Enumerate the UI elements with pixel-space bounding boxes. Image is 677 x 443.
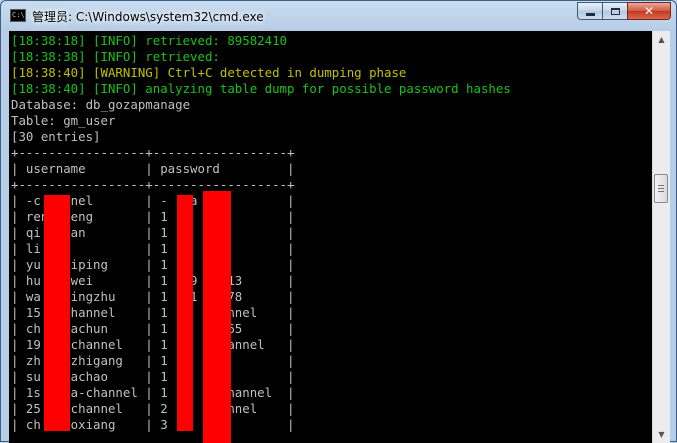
scrollbar-thumb[interactable] — [654, 174, 668, 203]
maximize-icon — [610, 7, 620, 15]
table-line: Table: gm_user — [11, 113, 116, 128]
cmd-app-icon[interactable]: C:\ — [10, 9, 26, 22]
database-line: Database: db_gozapmanage — [11, 97, 191, 112]
redaction-bar-password-2 — [203, 191, 231, 443]
scroll-up-button[interactable]: ▲ — [653, 31, 670, 48]
close-icon: ✕ — [643, 4, 655, 18]
minimize-button[interactable] — [577, 2, 603, 20]
maximize-button[interactable] — [602, 2, 628, 20]
table-border-mid: +-----------------+------------------+ — [11, 177, 295, 192]
table-header: | username | password | — [11, 161, 295, 176]
minimize-icon — [585, 12, 595, 16]
entries-line: [30 entries] — [11, 129, 101, 144]
log-line: [18:38:40] [INFO] analyzing table dump f… — [11, 81, 511, 96]
thumb-grip — [658, 188, 664, 189]
scroll-up-arrow-icon: ▲ — [658, 35, 665, 44]
vertical-scrollbar[interactable]: ▲ ▼ — [652, 31, 670, 443]
thumb-grip — [658, 191, 664, 192]
thumb-grip — [658, 185, 664, 186]
console-output[interactable]: [18:38:18] [INFO] retrieved: 89582410 [1… — [9, 31, 652, 443]
caption-buttons: ✕ — [577, 2, 671, 21]
title-bar[interactable]: C:\ 管理员: C:\Windows\system32\cmd.exe ✕ — [1, 1, 676, 31]
cmd-window: C:\ 管理员: C:\Windows\system32\cmd.exe ✕ [… — [0, 0, 677, 443]
redaction-bar-username — [44, 195, 70, 431]
log-line: [18:38:18] [INFO] retrieved: 89582410 — [11, 33, 288, 48]
close-button[interactable]: ✕ — [627, 2, 671, 20]
log-line: [18:38:40] [WARNING] Ctrl+C detected in … — [11, 65, 407, 80]
scroll-down-button[interactable]: ▼ — [653, 426, 670, 443]
window-title: 管理员: C:\Windows\system32\cmd.exe — [32, 10, 264, 24]
redaction-bar-password-1 — [177, 195, 193, 431]
scroll-down-arrow-icon: ▼ — [658, 430, 665, 439]
log-line: [18:38:38] [INFO] retrieved: — [11, 49, 220, 64]
table-border-top: +-----------------+------------------+ — [11, 145, 295, 160]
